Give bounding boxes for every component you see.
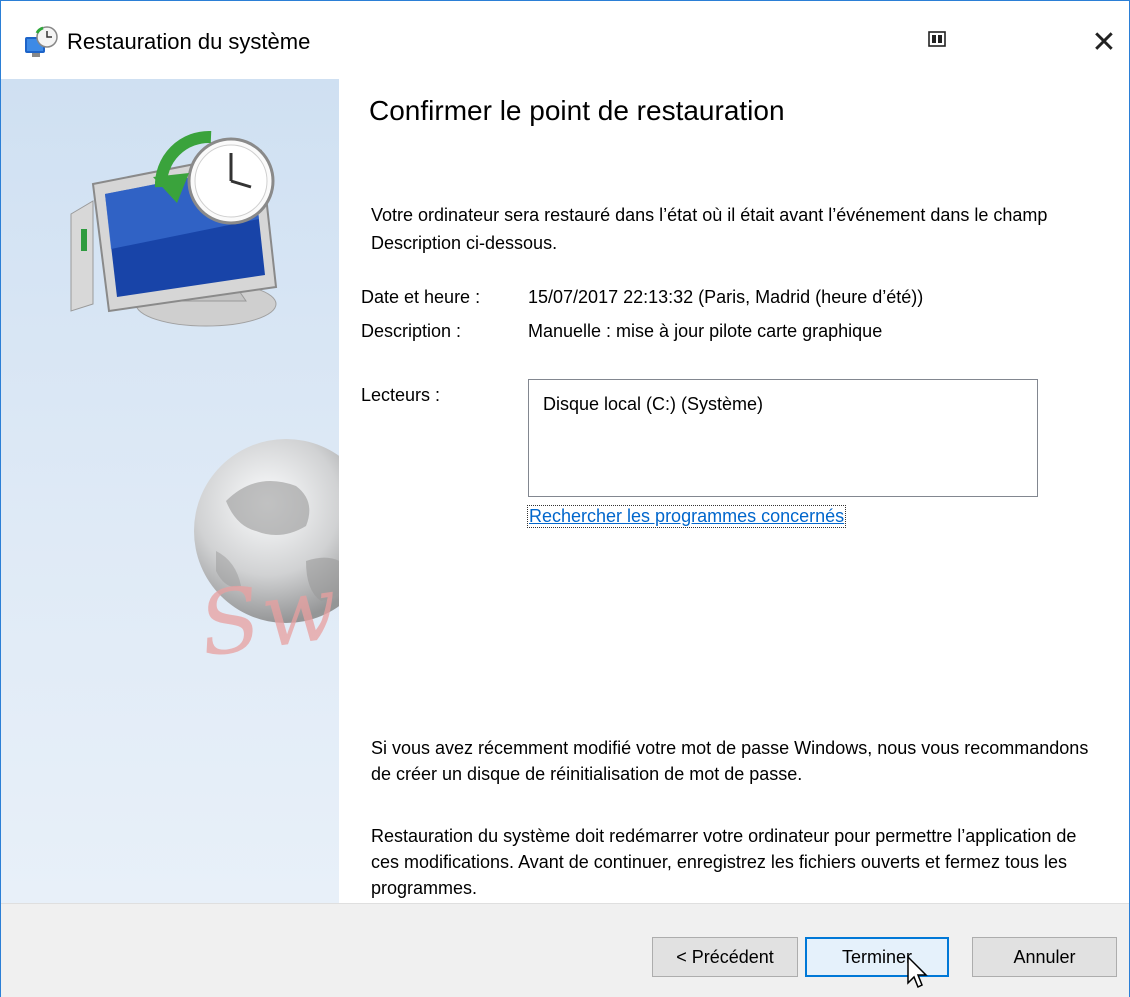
monitor-clock-restore-icon xyxy=(70,130,278,327)
title-bar[interactable]: Restauration du système ✕ xyxy=(1,1,1129,79)
date-value: 15/07/2017 22:13:32 (Paris, Madrid (heur… xyxy=(528,287,924,307)
system-restore-window: Restauration du système ✕ Swl1f Confirme… xyxy=(0,0,1130,997)
date-label: Date et heure : xyxy=(361,287,481,307)
main-panel: Confirmer le point de restauration Votre… xyxy=(339,79,1129,903)
description-value: Manuelle : mise à jour pilote carte grap… xyxy=(528,321,883,341)
drives-label: Lecteurs : xyxy=(361,385,441,405)
restart-note: Restauration du système doit redémarrer … xyxy=(371,826,1077,898)
password-note: Si vous avez récemment modifié votre mot… xyxy=(371,738,1089,784)
snap-layout-icon[interactable] xyxy=(927,29,949,51)
close-icon: ✕ xyxy=(1091,25,1117,59)
window-title: Restauration du système xyxy=(67,29,311,54)
page-title: Confirmer le point de restauration xyxy=(369,95,785,126)
previous-button[interactable]: < Précédent xyxy=(652,937,798,977)
mouse-pointer-icon xyxy=(907,955,928,989)
intro-text: Votre ordinateur sera restauré dans l’ét… xyxy=(371,205,1048,253)
cancel-button[interactable]: Annuler xyxy=(972,937,1117,977)
system-restore-icon xyxy=(25,26,58,57)
list-item[interactable]: Disque local (C:) (Système) xyxy=(543,394,763,415)
close-button[interactable]: ✕ xyxy=(1081,19,1127,65)
description-label: Description : xyxy=(361,321,462,341)
affected-programs-link[interactable]: Rechercher les programmes concernés xyxy=(527,505,847,528)
drives-list[interactable]: Disque local (C:) (Système) xyxy=(528,379,1038,497)
button-bar: < Précédent Terminer Annuler xyxy=(1,903,1129,997)
